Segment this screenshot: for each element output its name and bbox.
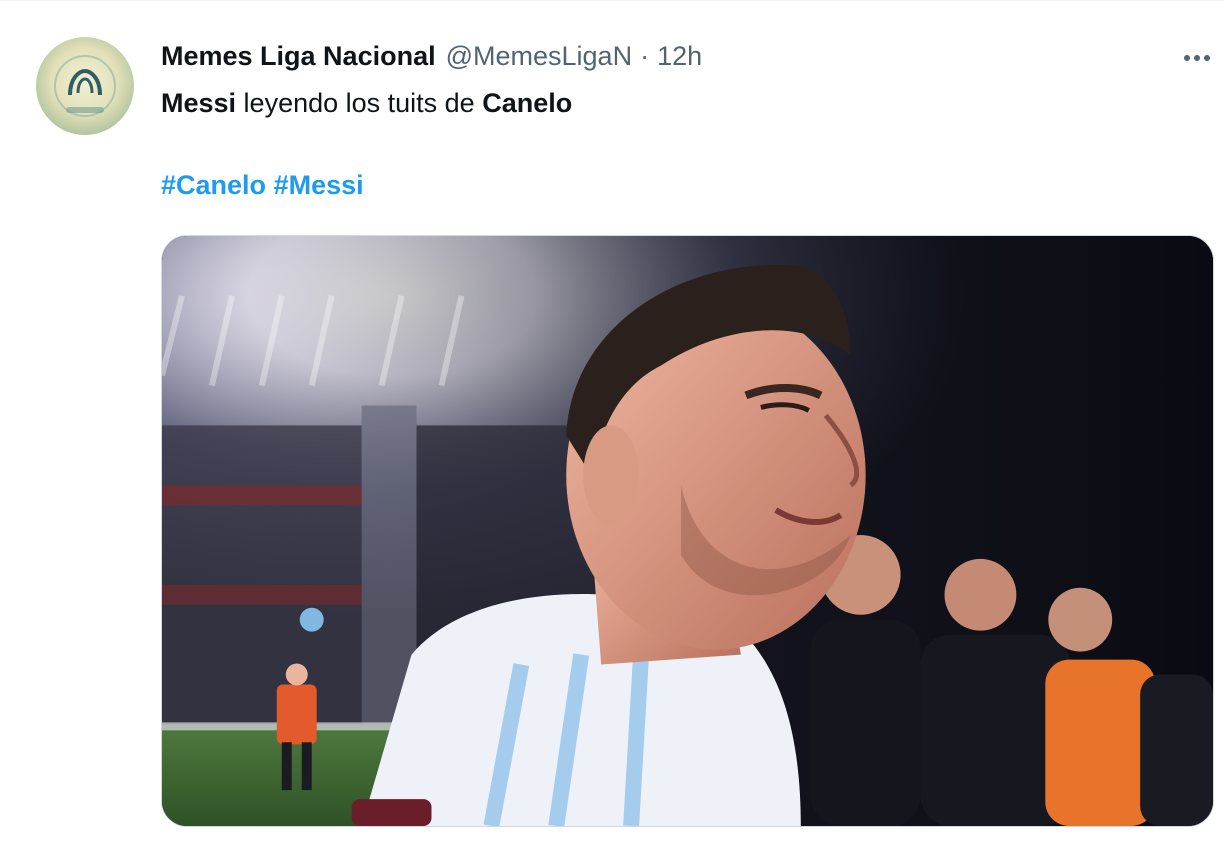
tweet-timestamp[interactable]: 12h (657, 41, 702, 72)
more-horizontal-icon (1184, 55, 1210, 61)
memes-liga-logo-icon (54, 55, 116, 117)
tweet-text-middle: leyendo los tuits de (236, 88, 483, 118)
tweet-text-bold-messi: Messi (161, 88, 237, 118)
tearful-player-photo (162, 236, 1213, 826)
hashtag-link-canelo[interactable]: #Canelo (161, 170, 266, 200)
tweet-media-image[interactable] (161, 235, 1214, 827)
tweet-hashtags: #Canelo #Messi (161, 169, 364, 201)
header-separator: · (640, 40, 650, 71)
tweet-text: Messi leyendo los tuits de Canelo (161, 87, 572, 119)
more-options-button[interactable] (1178, 43, 1216, 73)
hashtag-link-messi[interactable]: #Messi (274, 170, 364, 200)
tweet-text-bold-canelo: Canelo (482, 88, 573, 118)
author-display-name[interactable]: Memes Liga Nacional (161, 41, 436, 72)
tweet-card[interactable]: Memes Liga Nacional @MemesLigaN · 12h Me… (0, 0, 1224, 843)
author-avatar[interactable] (36, 37, 134, 135)
tweet-header: Memes Liga Nacional @MemesLigaN · 12h (161, 39, 702, 73)
author-handle[interactable]: @MemesLigaN (446, 41, 632, 72)
